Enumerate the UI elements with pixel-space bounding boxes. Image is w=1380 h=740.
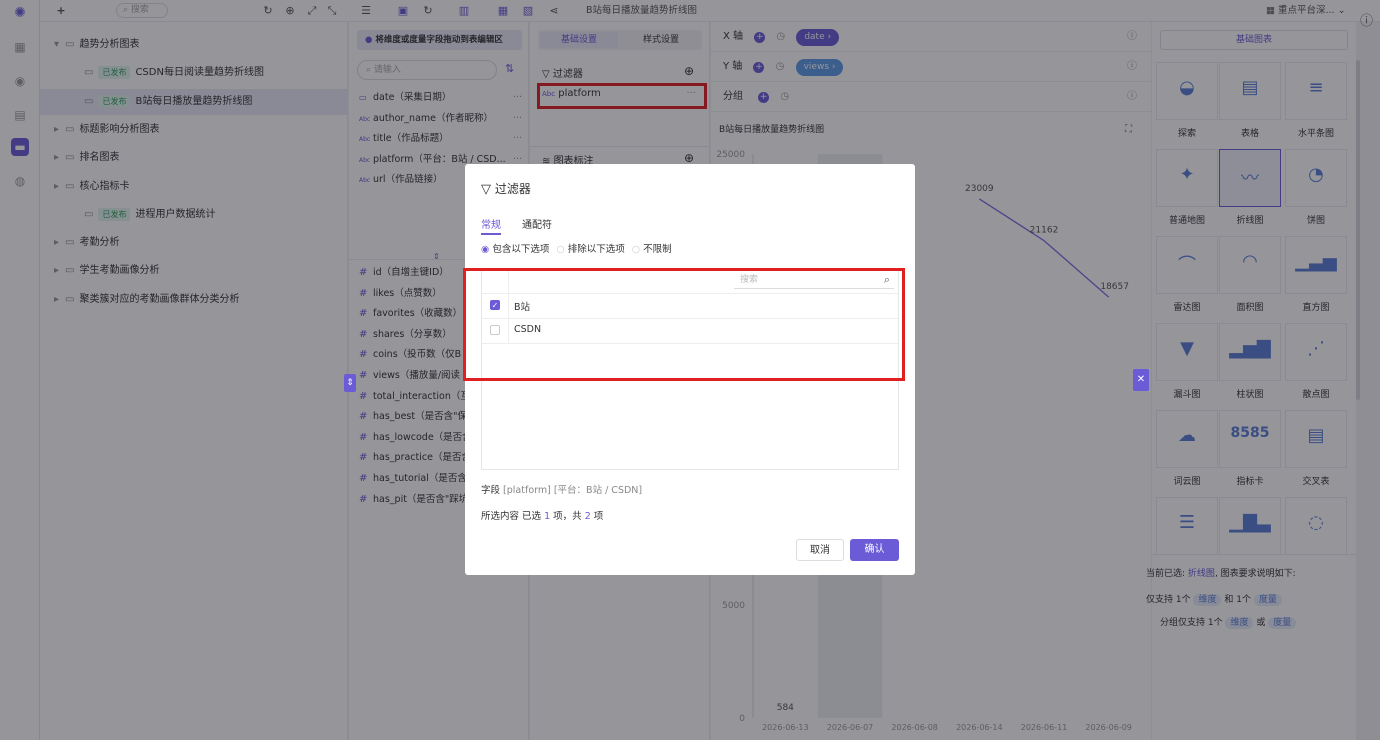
summary-total: 2 [584,511,591,522]
tab-normal[interactable]: 常规 [481,216,501,235]
dialog-title-text: 过滤器 [494,182,531,196]
radio-exclude-icon[interactable]: ○ [556,244,564,255]
filter-icon: ▽ [481,182,491,197]
radio-include[interactable]: 包含以下选项 [492,244,549,255]
field-info-value: [platform] [平台：B站 / CSDN] [503,485,643,496]
summary-mid: 项，共 [553,511,582,522]
close-side-panel-button[interactable]: ✕ [1133,369,1149,391]
radio-include-icon[interactable]: ◉ [481,244,489,255]
radio-exclude[interactable]: 排除以下选项 [568,244,625,255]
confirm-button[interactable]: 确认 [850,539,899,561]
filter-mode-radios: ◉ 包含以下选项 ○ 排除以下选项 ○ 不限制 [481,241,672,255]
field-info: 字段 [platform] [平台：B站 / CSDN] [481,482,642,496]
dialog-title: ▽ 过滤器 [481,180,531,197]
radio-unlimited[interactable]: 不限制 [643,244,672,255]
collapse-fields-button[interactable]: ⇕ [344,374,356,392]
highlight-box-options [463,268,905,381]
summary-count: 1 [544,511,551,522]
summary-prefix: 所选内容 已选 [481,511,542,522]
radio-unlimited-icon[interactable]: ○ [632,244,640,255]
tab-wildcard[interactable]: 通配符 [522,216,552,231]
selection-summary: 所选内容 已选 1 项，共 2 项 [481,508,603,522]
field-info-label: 字段 [481,485,501,496]
cancel-button[interactable]: 取消 [796,539,844,561]
summary-suffix: 项 [593,511,604,522]
